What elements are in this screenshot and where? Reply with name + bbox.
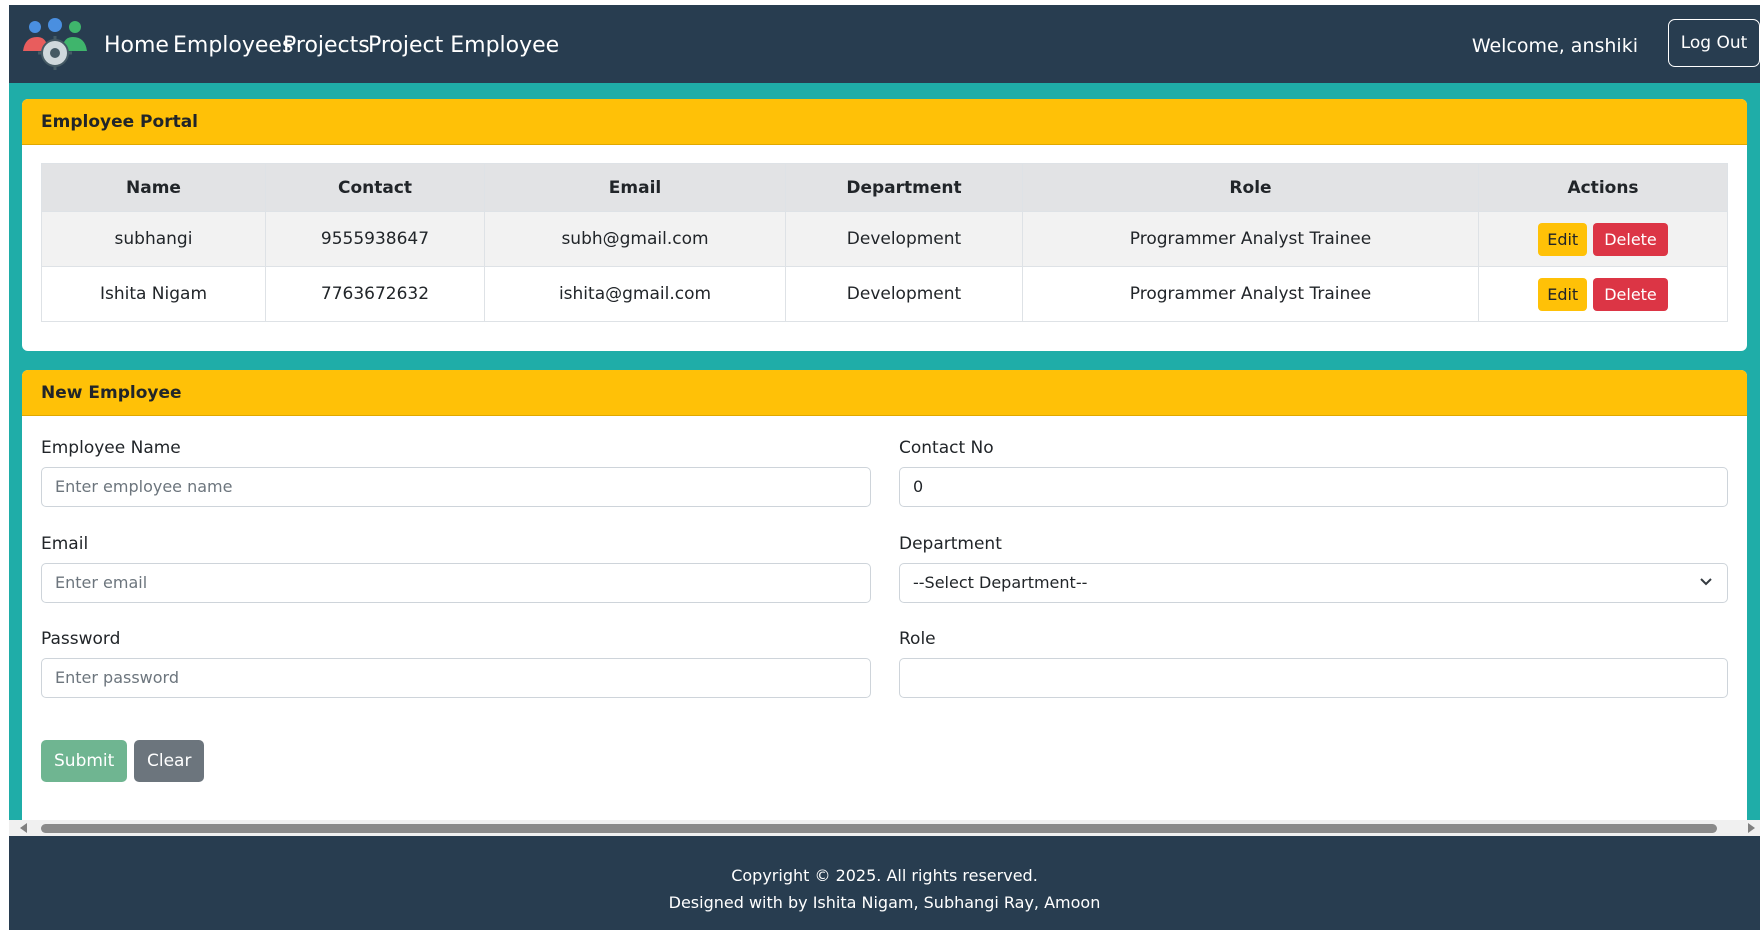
employee-name-label: Employee Name: [41, 438, 181, 458]
employee-portal-card: Employee Portal Name Contact Email Depar…: [22, 99, 1747, 351]
delete-button[interactable]: Delete: [1593, 222, 1668, 256]
column-header-contact: Contact: [265, 163, 485, 212]
nav-home-link[interactable]: Home: [104, 33, 169, 59]
contact-no-input[interactable]: 0: [899, 467, 1728, 507]
cell-email: ishita@gmail.com: [484, 266, 786, 322]
column-header-name: Name: [41, 163, 266, 212]
footer-copyright: Copyright © 2025. All rights reserved.: [731, 866, 1038, 885]
delete-button[interactable]: Delete: [1593, 277, 1668, 311]
contact-no-label: Contact No: [899, 438, 994, 458]
table-header-row: Name Contact Email Department Role Actio…: [41, 163, 1728, 212]
team-gear-logo-icon[interactable]: [21, 17, 89, 73]
edit-button[interactable]: Edit: [1538, 277, 1588, 311]
navbar: Home Employees Projects Project Employee…: [9, 5, 1760, 83]
footer: Copyright © 2025. All rights reserved. D…: [9, 836, 1760, 930]
password-input[interactable]: Enter password: [41, 658, 871, 698]
nav-projects-link[interactable]: Projects: [283, 33, 370, 59]
table-row: Ishita Nigam 7763672632 ishita@gmail.com…: [41, 266, 1728, 322]
cell-role: Programmer Analyst Trainee: [1022, 266, 1479, 322]
cell-actions: Edit Delete: [1478, 266, 1728, 322]
new-employee-card: New Employee Employee Name Enter employe…: [22, 370, 1747, 830]
clear-button[interactable]: Clear: [134, 740, 205, 782]
employee-name-input[interactable]: Enter employee name: [41, 467, 871, 507]
horizontal-scrollbar[interactable]: [9, 820, 1760, 836]
chevron-down-icon: [1700, 578, 1712, 586]
welcome-text: Welcome, anshiki: [1471, 35, 1638, 57]
column-header-department: Department: [785, 163, 1023, 212]
cell-contact: 7763672632: [265, 266, 485, 322]
cell-name: Ishita Nigam: [41, 266, 266, 322]
logout-button[interactable]: Log Out: [1668, 19, 1760, 67]
column-header-actions: Actions: [1478, 163, 1728, 212]
email-label: Email: [41, 534, 89, 554]
cell-actions: Edit Delete: [1478, 211, 1728, 267]
cell-role: Programmer Analyst Trainee: [1022, 211, 1479, 267]
scrollbar-thumb[interactable]: [41, 824, 1717, 833]
employee-portal-title: Employee Portal: [22, 99, 1747, 145]
footer-designed-by: Designed with by Ishita Nigam, Subhangi …: [668, 893, 1101, 912]
new-employee-title: New Employee: [22, 370, 1747, 416]
role-input[interactable]: [899, 658, 1728, 698]
scroll-left-arrow-icon[interactable]: [20, 823, 27, 833]
department-label: Department: [899, 534, 1002, 554]
employee-table: Name Contact Email Department Role Actio…: [41, 163, 1728, 322]
nav-project-employee-link[interactable]: Project Employee: [368, 33, 559, 59]
table-row: subhangi 9555938647 subh@gmail.com Devel…: [41, 211, 1728, 267]
cell-department: Development: [785, 266, 1023, 322]
scroll-right-arrow-icon[interactable]: [1748, 823, 1755, 833]
cell-department: Development: [785, 211, 1023, 267]
department-select[interactable]: --Select Department--: [899, 563, 1728, 603]
role-label: Role: [899, 629, 936, 649]
cell-name: subhangi: [41, 211, 266, 267]
cell-contact: 9555938647: [265, 211, 485, 267]
nav-employees-link[interactable]: Employees: [173, 33, 293, 59]
column-header-role: Role: [1022, 163, 1479, 212]
department-selected-value: --Select Department--: [913, 573, 1088, 592]
edit-button[interactable]: Edit: [1538, 222, 1588, 256]
email-input[interactable]: Enter email: [41, 563, 871, 603]
column-header-email: Email: [484, 163, 786, 212]
app-frame: Home Employees Projects Project Employee…: [9, 5, 1760, 930]
submit-button[interactable]: Submit: [41, 740, 128, 782]
password-label: Password: [41, 629, 121, 649]
cell-email: subh@gmail.com: [484, 211, 786, 267]
content-area: Employee Portal Name Contact Email Depar…: [9, 83, 1760, 830]
